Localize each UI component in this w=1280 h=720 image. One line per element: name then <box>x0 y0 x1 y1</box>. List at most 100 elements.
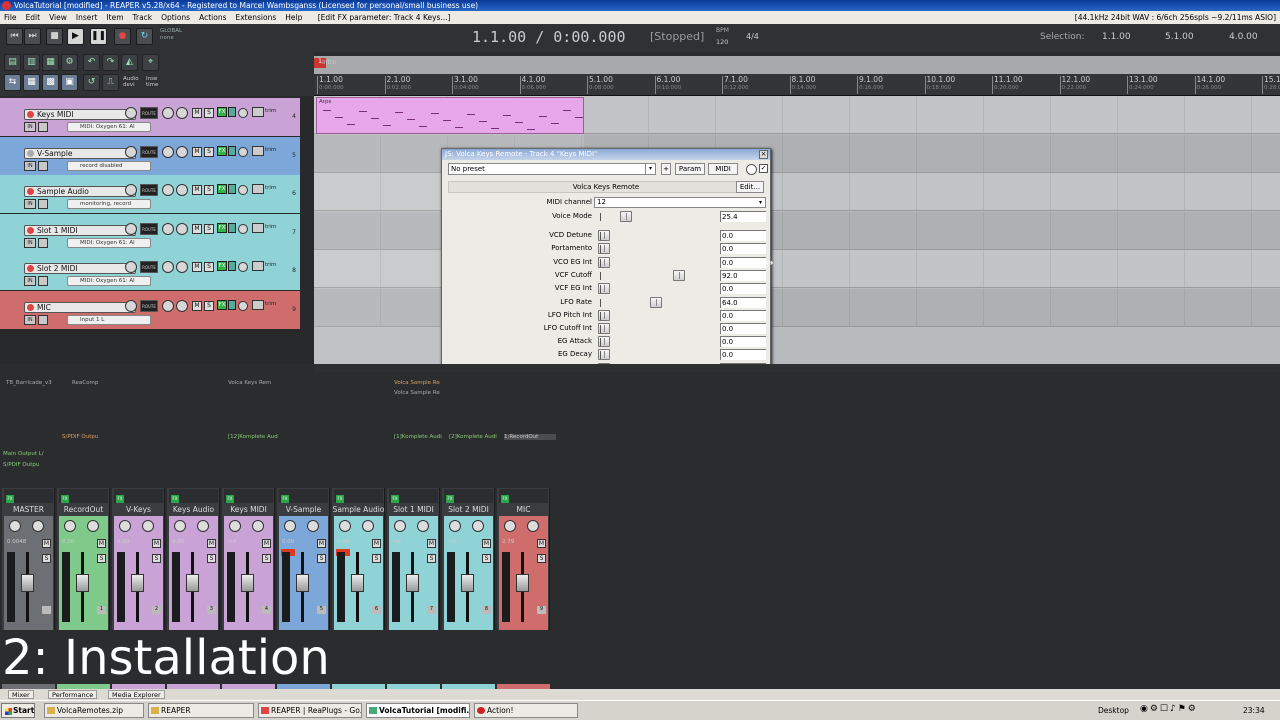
fx-param-indicator[interactable]: [Edit FX parameter: Track 4 Keys...] <box>318 13 451 22</box>
track-name[interactable]: Sample Audio <box>24 186 136 197</box>
mute-button[interactable]: M <box>262 539 271 548</box>
mute-button[interactable]: M <box>152 539 161 548</box>
menu-options[interactable]: Options <box>157 13 195 22</box>
arrange-scrollbar[interactable] <box>314 364 1280 372</box>
param-value-field[interactable]: 0.0 <box>720 230 766 241</box>
mute-button[interactable]: M <box>372 539 381 548</box>
route-button[interactable]: ROUTE <box>140 145 158 158</box>
ripple-edit-icon[interactable]: ⇆ <box>4 74 21 91</box>
fx-button[interactable]: FX <box>217 107 227 117</box>
fx-button[interactable]: FX <box>61 495 69 503</box>
strip-name[interactable]: V-Sample <box>277 505 330 515</box>
solo-button[interactable]: S <box>204 223 214 234</box>
param-value-field[interactable]: 0.0 <box>720 310 766 321</box>
solo-button[interactable]: S <box>537 554 546 563</box>
bpm-value[interactable]: 120 <box>716 38 728 46</box>
track-header[interactable]: MIC ROUTE M S FX trim IN Input 1 L 9 <box>0 290 300 329</box>
auto-crossfade-icon[interactable]: ↺ <box>83 74 100 91</box>
phase-knob[interactable] <box>238 185 248 195</box>
phase-knob[interactable] <box>238 223 248 234</box>
preset-select[interactable]: No preset ▾ <box>448 163 656 175</box>
mixer-strip[interactable]: FX Sample Audio 0.00 M S 6 <box>332 488 385 630</box>
monitor-button[interactable] <box>38 122 48 132</box>
desktop-toolbar[interactable]: Desktop <box>1098 706 1129 715</box>
strip-name[interactable]: RecordOut <box>57 505 110 515</box>
solo-button[interactable]: S <box>427 554 436 563</box>
phase-knob[interactable] <box>238 146 248 157</box>
mixer-strip[interactable]: FX Slot 1 MIDI -inf M S 7 <box>387 488 440 630</box>
volume-knob[interactable] <box>125 222 137 235</box>
fx-button[interactable]: FX <box>6 495 14 503</box>
pan-knob[interactable] <box>162 299 174 312</box>
fx-button[interactable]: FX <box>226 495 234 503</box>
pan-knob[interactable] <box>394 520 406 532</box>
hw-out-slot[interactable]: S/PDIF Outpu <box>3 462 51 468</box>
width-knob[interactable] <box>32 520 44 532</box>
width-knob[interactable] <box>176 107 188 119</box>
pan-knob[interactable] <box>229 520 241 532</box>
fx-enable-checkbox[interactable]: ✓ <box>759 164 768 173</box>
fx-bypass-button[interactable] <box>228 184 236 194</box>
midi-item[interactable]: Arps <box>316 97 584 134</box>
pan-knob[interactable] <box>162 261 174 273</box>
mixer-strip[interactable]: FX V-Keys 0.00 M S 2 <box>112 488 165 630</box>
width-knob[interactable] <box>362 520 374 532</box>
volume-fader[interactable] <box>351 574 364 592</box>
param-value-field[interactable]: 64.0 <box>720 297 766 308</box>
route-button[interactable]: ROUTE <box>140 261 158 273</box>
menu-actions[interactable]: Actions <box>195 13 231 22</box>
volume-fader[interactable] <box>21 574 34 592</box>
volume-knob[interactable] <box>125 299 137 312</box>
pan-knob[interactable] <box>449 520 461 532</box>
slider-thumb[interactable] <box>619 211 632 222</box>
fx-button[interactable]: FX <box>171 495 179 503</box>
pan-knob[interactable] <box>64 520 76 532</box>
width-knob[interactable] <box>307 520 319 532</box>
envelope-lock-icon[interactable]: ▩ <box>42 74 59 91</box>
param-value-field[interactable]: 0.0 <box>720 323 766 334</box>
fx-button[interactable]: FX <box>446 495 454 503</box>
param-value-field[interactable]: 0.0 <box>720 243 766 254</box>
send-slot[interactable]: S/PDIF Outpu <box>62 434 110 440</box>
strip-name[interactable]: MIC <box>497 505 550 515</box>
project-settings-icon[interactable]: ⚙ <box>61 54 78 71</box>
timeline-ruler[interactable]: 1.1.00 0:00.000 2.1.00 0:02.000 3.1.00 0:04.0… <box>314 74 1280 96</box>
volume-knob[interactable] <box>125 145 137 158</box>
close-icon[interactable]: × <box>759 150 768 159</box>
param-slider[interactable] <box>598 336 714 347</box>
menu-edit[interactable]: Edit <box>22 13 46 22</box>
record-arm-icon[interactable] <box>27 265 34 272</box>
strip-name[interactable]: Keys Audio <box>167 505 220 515</box>
audio-status[interactable]: [44.1kHz 24bit WAV : 6/6ch 256spls ~9.2/… <box>1075 11 1276 24</box>
envelope-icon[interactable] <box>252 184 264 194</box>
fx-button[interactable]: FX <box>217 299 227 310</box>
param-value-field[interactable]: 25.4 <box>720 211 766 222</box>
volume-knob[interactable] <box>125 184 137 196</box>
item-grouping-icon[interactable]: ▣ <box>61 74 78 91</box>
tray-icons[interactable]: ◉⚙☐♪⚑⚙ <box>1140 704 1198 714</box>
param-slider[interactable] <box>598 323 714 334</box>
fx-slot[interactable]: Volca Keys Rem <box>228 380 280 386</box>
strip-name[interactable]: Slot 2 MIDI <box>442 505 495 515</box>
mute-button[interactable]: M <box>97 539 106 548</box>
param-slider[interactable] <box>598 211 714 222</box>
mute-button[interactable]: M <box>42 539 51 548</box>
track-header[interactable]: Slot 1 MIDI ROUTE M S FX trim IN MIDI: Oxygen 6… <box>0 213 300 252</box>
solo-button[interactable]: S <box>204 108 214 118</box>
fx-button[interactable]: FX <box>501 495 509 503</box>
width-knob[interactable] <box>472 520 484 532</box>
input-select[interactable]: MIDI: Oxygen 61: Al <box>67 237 151 248</box>
pan-knob[interactable] <box>162 222 174 235</box>
start-button[interactable]: Start <box>1 703 35 718</box>
pan-knob[interactable] <box>339 520 351 532</box>
menu-file[interactable]: File <box>0 13 22 22</box>
undo-icon[interactable]: ↶ <box>83 54 100 71</box>
mute-button[interactable]: M <box>192 146 202 157</box>
mixer-strip[interactable]: FX RecordOut 0.00 M S 1 <box>57 488 110 630</box>
fx-slot[interactable]: Volca Sample Re <box>394 390 446 396</box>
param-slider[interactable] <box>598 243 714 254</box>
send-slot[interactable]: [2]Komplete Audi <box>449 434 501 440</box>
fx-button[interactable]: FX <box>217 184 227 194</box>
wet-knob[interactable] <box>746 164 757 175</box>
time-signature[interactable]: 4/4 <box>746 32 759 41</box>
